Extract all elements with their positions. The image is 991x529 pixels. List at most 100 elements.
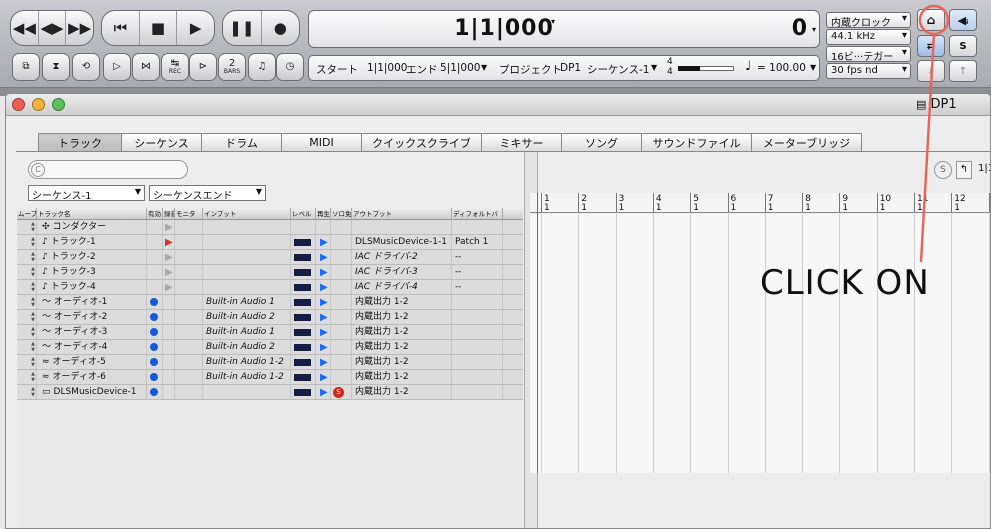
input-cell[interactable] xyxy=(203,235,291,249)
track-row[interactable]: ▲▼ 〜オーディオ-4 Built-in Audio 2 ▶ 内蔵出力 1-2 xyxy=(17,340,523,355)
level-cell[interactable] xyxy=(291,295,316,309)
track-row[interactable]: ▲▼ ♪ トラック-3 ▶ ▶ IAC ドライバ-3 -- xyxy=(17,265,523,280)
monitor-cell[interactable] xyxy=(175,310,203,324)
rewind-icon[interactable]: ◀◀ xyxy=(11,11,39,45)
monitor-cell[interactable] xyxy=(175,295,203,309)
track-row[interactable]: ▲▼ ≈ オーディオ-5 Built-in Audio 1-2 ▶ 内蔵出力 1-2 xyxy=(17,355,523,370)
play-enable-icon[interactable]: ▶ xyxy=(320,236,328,249)
track-name-cell[interactable]: ▭ DLSMusicDevice-1 xyxy=(37,385,147,399)
counter-menu-icon[interactable]: ▾ xyxy=(551,17,555,26)
solo-exempt-cell[interactable] xyxy=(331,325,352,339)
tab-4[interactable]: クイックスクライブ xyxy=(362,133,482,152)
monitor-cell[interactable] xyxy=(175,325,203,339)
level-cell[interactable] xyxy=(291,265,316,279)
track-name[interactable]: トラック-2 xyxy=(51,252,96,262)
track-name[interactable]: オーディオ-6 xyxy=(53,372,106,382)
level-cell[interactable] xyxy=(291,370,316,384)
default-patch-cell[interactable]: Patch 1 xyxy=(452,235,503,249)
track-name[interactable]: トラック-4 xyxy=(51,282,96,292)
track-name[interactable]: オーディオ-2 xyxy=(54,312,107,322)
input-cell[interactable]: Built-in Audio 1-2 xyxy=(203,370,291,384)
solo-exempt-cell[interactable] xyxy=(331,280,352,294)
move-grip-icon[interactable]: ▲▼ xyxy=(17,370,37,384)
monitor-cell[interactable] xyxy=(175,280,203,294)
track-row[interactable]: ▲▼ ♪ トラック-4 ▶ ▶ IAC ドライバ-4 -- xyxy=(17,280,523,295)
input-cell[interactable] xyxy=(203,250,291,264)
input-cell[interactable]: Built-in Audio 2 xyxy=(203,310,291,324)
rewind-to-start-icon[interactable]: ⏮ xyxy=(102,11,140,45)
play-enable-icon[interactable]: ▶ xyxy=(320,356,328,369)
track-name-cell[interactable]: ♪ トラック-4 xyxy=(37,280,147,294)
track-name-cell[interactable]: 〜オーディオ-1 xyxy=(37,295,147,309)
play-cell[interactable]: ▶ xyxy=(316,325,331,339)
measure-marker[interactable]: 31 xyxy=(619,195,625,213)
playhead-marker[interactable] xyxy=(537,193,538,473)
record-icon[interactable]: ● xyxy=(262,11,300,45)
solo-exempt-cell[interactable] xyxy=(331,220,352,234)
record-cell[interactable]: ▶ xyxy=(163,265,175,279)
track-name[interactable]: コンダクター xyxy=(53,222,107,232)
main-counter[interactable]: 1|1|000 ▾ 0 ▾ xyxy=(308,10,820,48)
input-cell[interactable]: Built-in Audio 1-2 xyxy=(203,355,291,369)
output-cell[interactable]: 内蔵出力 1-2 xyxy=(352,325,452,339)
move-grip-icon[interactable]: ▲▼ xyxy=(17,280,37,294)
play-enable-icon[interactable]: ▶ xyxy=(320,386,328,399)
down-button[interactable]: ↓ xyxy=(917,60,945,82)
tab-0[interactable]: トラック xyxy=(38,133,122,152)
input-monitor-button[interactable]: ⌂ xyxy=(917,9,945,31)
play-icon[interactable]: ▶ xyxy=(177,11,214,45)
move-grip-icon[interactable]: ▲▼ xyxy=(17,325,37,339)
default-patch-cell[interactable] xyxy=(452,385,503,399)
enable-cell[interactable] xyxy=(147,370,163,384)
measure-marker[interactable]: 12 1 xyxy=(954,195,965,213)
record-cell[interactable] xyxy=(163,325,175,339)
search-field[interactable]: C xyxy=(28,160,188,179)
monitor-cell[interactable] xyxy=(175,385,203,399)
tempo-slider[interactable] xyxy=(678,66,734,71)
wait-button[interactable]: ⧗ xyxy=(42,53,70,81)
move-grip-icon[interactable]: ▲▼ xyxy=(17,385,37,399)
overdub-button[interactable]: ⋈ xyxy=(132,53,160,81)
measure-marker[interactable]: 81 xyxy=(805,195,811,213)
default-patch-cell[interactable]: -- xyxy=(452,250,503,264)
record-cell[interactable] xyxy=(163,295,175,309)
track-name[interactable]: オーディオ-4 xyxy=(54,342,107,352)
output-cell[interactable]: IAC ドライバ-4 xyxy=(352,280,452,294)
record-cell[interactable] xyxy=(163,385,175,399)
loop-button[interactable]: ⟲ xyxy=(72,53,100,81)
move-grip-icon[interactable]: ▲▼ xyxy=(17,295,37,309)
monitor-cell[interactable] xyxy=(175,235,203,249)
output-cell[interactable]: 内蔵出力 1-2 xyxy=(352,370,452,384)
monitor-cell[interactable] xyxy=(175,250,203,264)
measure-marker[interactable]: 11 1 xyxy=(917,195,928,213)
track-name[interactable]: トラック-3 xyxy=(51,267,96,277)
default-patch-cell[interactable]: -- xyxy=(452,265,503,279)
play-enable-icon[interactable]: ▶ xyxy=(320,341,328,354)
record-off-icon[interactable]: ▶ xyxy=(165,221,173,234)
move-grip-icon[interactable]: ▲▼ xyxy=(17,220,37,234)
track-name-cell[interactable]: 〜オーディオ-4 xyxy=(37,340,147,354)
level-cell[interactable] xyxy=(291,280,316,294)
measure-marker[interactable]: 10 1 xyxy=(880,195,891,213)
column-header-9[interactable]: アウトプット xyxy=(352,208,452,219)
tab-2[interactable]: ドラム xyxy=(202,133,282,152)
track-name-cell[interactable]: ♪ トラック-3 xyxy=(37,265,147,279)
track-name[interactable]: オーディオ-3 xyxy=(54,327,107,337)
enabled-dot-icon[interactable] xyxy=(150,358,158,366)
level-cell[interactable] xyxy=(291,250,316,264)
track-name[interactable]: オーディオ-1 xyxy=(54,297,107,307)
countoff-bars-button[interactable]: 2 BARS xyxy=(218,53,246,81)
move-grip-icon[interactable]: ▲▼ xyxy=(17,265,37,279)
move-grip-icon[interactable]: ▲▼ xyxy=(17,235,37,249)
punch-button[interactable]: ▷ xyxy=(103,53,131,81)
end-value[interactable]: 5|1|000 xyxy=(440,62,480,74)
input-cell[interactable]: Built-in Audio 2 xyxy=(203,340,291,354)
solo-exempt-cell[interactable] xyxy=(331,265,352,279)
measure-marker[interactable]: 51 xyxy=(693,195,699,213)
clock-source-select[interactable]: 内蔵クロック xyxy=(826,12,911,29)
solo-exempt-cell[interactable] xyxy=(331,355,352,369)
record-cell[interactable]: ▶ xyxy=(163,235,175,249)
track-row[interactable]: ▲▼ ≈ オーディオ-6 Built-in Audio 1-2 ▶ 内蔵出力 1-2 xyxy=(17,370,523,385)
sync-button[interactable]: ⇄ xyxy=(917,35,945,57)
enable-cell[interactable] xyxy=(147,220,163,234)
